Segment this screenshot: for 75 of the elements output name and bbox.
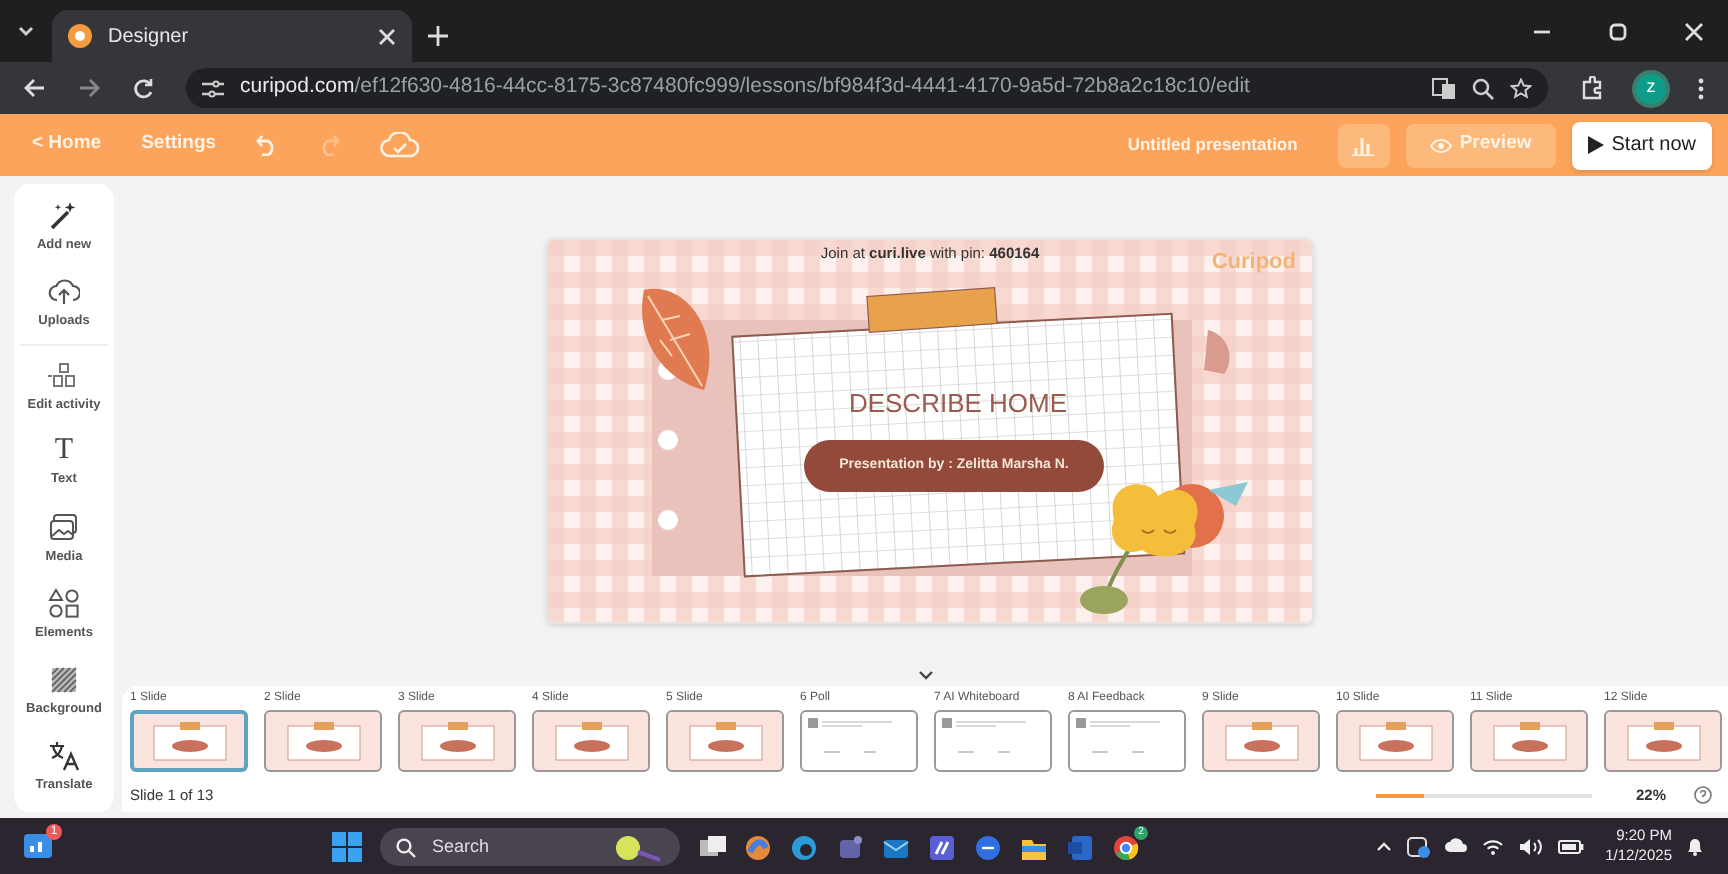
slide-thumbnail[interactable] <box>1202 710 1320 772</box>
slide-preview-drawing <box>1489 719 1569 763</box>
slide-preview-drawing <box>417 719 497 763</box>
restore-icon[interactable] <box>1608 22 1628 42</box>
slide-preview-drawing <box>685 719 765 763</box>
battery-icon[interactable] <box>1557 839 1584 853</box>
slide-preview-drawing <box>283 719 363 763</box>
back-arrow-icon[interactable] <box>24 78 46 98</box>
sync-app-icon[interactable] <box>1405 835 1430 857</box>
puzzle-icon[interactable] <box>1580 76 1604 100</box>
favicon-icon <box>68 24 92 48</box>
url-text: curipod.com/ef12f630-4816-44cc-8175-3c87480fc999/lessons/bf984f3d-4441-4170-9a5d-72b8a2c18c10/edit <box>240 72 1252 103</box>
slide-preview-drawing <box>1355 719 1435 763</box>
translate-icon <box>48 739 80 772</box>
slide-thumbnail[interactable] <box>1336 710 1454 772</box>
task-view-icon[interactable] <box>698 833 726 861</box>
plus-icon[interactable] <box>428 26 448 46</box>
brand-logo-text: Curipod <box>1211 248 1296 278</box>
slide-thumbnail[interactable] <box>666 710 784 772</box>
magic-wand-icon <box>48 199 80 232</box>
slide-thumbnail[interactable] <box>1068 710 1186 772</box>
slide-preview-drawing <box>1623 719 1703 763</box>
widgets-icon[interactable] <box>24 834 52 858</box>
eye-icon <box>1429 137 1452 153</box>
start-now-button[interactable]: Start now <box>1571 121 1712 169</box>
zoom-icon[interactable] <box>1472 77 1494 99</box>
site-settings-icon <box>202 79 224 97</box>
slide-thumbnail[interactable] <box>532 710 650 772</box>
blocks-icon <box>48 359 80 392</box>
chevron-down-icon[interactable] <box>16 22 36 42</box>
text-tool-icon: T <box>54 436 74 467</box>
slide-preview-drawing <box>149 719 229 763</box>
translate-icon[interactable] <box>1432 77 1456 99</box>
help-icon[interactable] <box>1694 786 1712 805</box>
slide-title[interactable]: DESCRIBE HOME <box>788 384 1128 423</box>
play-icon <box>1587 136 1604 154</box>
reload-icon[interactable] <box>132 77 154 99</box>
speaker-icon[interactable] <box>1517 837 1544 855</box>
wifi-icon[interactable] <box>1481 837 1504 855</box>
cloud-upload-icon <box>48 275 80 308</box>
chevron-up-icon[interactable] <box>1375 841 1392 851</box>
pen-app-icon[interactable] <box>928 833 956 861</box>
chevron-down-icon[interactable] <box>917 670 933 680</box>
slide-thumbnail[interactable] <box>800 710 918 772</box>
forward-arrow-icon[interactable] <box>78 78 100 98</box>
slide-preview-drawing <box>551 719 631 763</box>
slide-thumbnail[interactable] <box>264 710 382 772</box>
browser-tab[interactable]: Designer <box>52 10 412 62</box>
close-icon[interactable] <box>378 27 396 45</box>
star-icon[interactable] <box>1510 77 1532 99</box>
pattern-icon <box>48 663 80 696</box>
slide-thumbnail[interactable] <box>398 710 516 772</box>
windows-start-icon[interactable] <box>332 832 362 862</box>
address-bar[interactable]: curipod.com/ef12f630-4816-44cc-8175-3c87480fc999/lessons/bf984f3d-4441-4170-9a5d-72b8a2c18c10/edit <box>186 68 1548 108</box>
tennis-ball-icon <box>612 833 664 861</box>
chat-app-icon[interactable] <box>974 833 1002 861</box>
cloud-check-icon <box>380 132 421 158</box>
bar-chart-icon <box>1352 135 1375 155</box>
cloud-icon[interactable] <box>1443 838 1468 854</box>
shapes-icon <box>48 587 80 620</box>
slide-thumbnail[interactable] <box>1470 710 1588 772</box>
slide-thumbnail[interactable] <box>130 710 248 772</box>
search-input[interactable]: Search <box>432 833 596 861</box>
slide-thumbnail[interactable] <box>1604 710 1722 772</box>
taskbar-search-field[interactable]: Search <box>380 828 680 866</box>
search-icon <box>396 837 416 857</box>
chrome-icon[interactable] <box>1112 833 1140 861</box>
bell-icon[interactable] <box>1686 836 1704 856</box>
redo-icon <box>318 134 341 156</box>
close-icon[interactable] <box>1684 22 1704 42</box>
images-icon <box>48 511 80 544</box>
more-options-icon[interactable] <box>1698 77 1704 99</box>
slide-thumbnail[interactable] <box>934 710 1052 772</box>
tab-title: Designer <box>108 23 191 51</box>
slide-preview-drawing <box>1221 719 1301 763</box>
